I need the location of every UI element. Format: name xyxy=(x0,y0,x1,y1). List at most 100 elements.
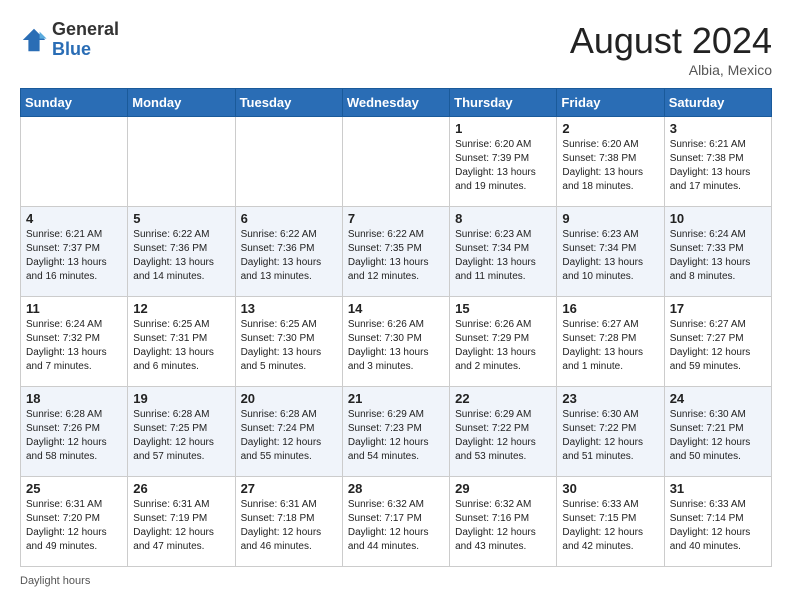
calendar-cell: 31 Sunrise: 6:33 AM Sunset: 7:14 PM Dayli… xyxy=(664,477,771,567)
day-number: 1 xyxy=(455,121,551,136)
calendar-cell: 18Sunrise: 6:28 AM Sunset: 7:26 PM Dayli… xyxy=(21,387,128,477)
month-title: August 2024 xyxy=(570,20,772,62)
calendar-cell: 8 Sunrise: 6:23 AM Sunset: 7:34 PM Daylig… xyxy=(450,207,557,297)
day-info: Sunrise: 6:30 AM Sunset: 7:21 PM Dayligh… xyxy=(670,408,766,464)
day-info: Sunrise: 6:32 AM Sunset: 7:17 PM Dayligh… xyxy=(348,498,444,554)
calendar-cell: 5Sunrise: 6:22 AM Sunset: 7:36 PM Daylig… xyxy=(128,207,235,297)
day-info: Sunrise: 6:27 AM Sunset: 7:28 PM Dayligh… xyxy=(562,318,658,374)
day-number: 22 xyxy=(455,391,551,406)
day-info: Sunrise: 6:32 AM Sunset: 7:16 PM Dayligh… xyxy=(455,498,551,554)
day-info: Sunrise: 6:21 AM Sunset: 7:38 PM Dayligh… xyxy=(670,138,766,194)
day-number: 10 xyxy=(670,211,766,226)
day-info: Sunrise: 6:23 AM Sunset: 7:34 PM Dayligh… xyxy=(455,228,551,284)
daylight-label: Daylight hours xyxy=(20,575,90,587)
day-info: Sunrise: 6:31 AM Sunset: 7:20 PM Dayligh… xyxy=(26,498,122,554)
logo-icon xyxy=(20,26,48,54)
calendar-table: SundayMondayTuesdayWednesdayThursdayFrid… xyxy=(20,88,772,567)
location-subtitle: Albia, Mexico xyxy=(570,62,772,78)
footer: Daylight hours xyxy=(20,575,772,587)
weekday-header-friday: Friday xyxy=(557,89,664,117)
calendar-cell: 29Sunrise: 6:32 AM Sunset: 7:16 PM Dayli… xyxy=(450,477,557,567)
day-info: Sunrise: 6:31 AM Sunset: 7:19 PM Dayligh… xyxy=(133,498,229,554)
day-number: 12 xyxy=(133,301,229,316)
calendar-cell: 4 Sunrise: 6:21 AM Sunset: 7:37 PM Daylig… xyxy=(21,207,128,297)
calendar-week-row: 4 Sunrise: 6:21 AM Sunset: 7:37 PM Daylig… xyxy=(21,207,772,297)
calendar-cell xyxy=(128,117,235,207)
day-number: 17 xyxy=(670,301,766,316)
calendar-cell: 12 Sunrise: 6:25 AM Sunset: 7:31 PM Dayli… xyxy=(128,297,235,387)
calendar-cell: 7Sunrise: 6:22 AM Sunset: 7:35 PM Daylig… xyxy=(342,207,449,297)
day-number: 9 xyxy=(562,211,658,226)
day-number: 27 xyxy=(241,481,337,496)
day-info: Sunrise: 6:27 AM Sunset: 7:27 PM Dayligh… xyxy=(670,318,766,374)
day-info: Sunrise: 6:20 AM Sunset: 7:39 PM Dayligh… xyxy=(455,138,551,194)
logo: General Blue xyxy=(20,20,119,60)
calendar-week-row: 25Sunrise: 6:31 AM Sunset: 7:20 PM Dayli… xyxy=(21,477,772,567)
day-number: 18 xyxy=(26,391,122,406)
day-info: Sunrise: 6:29 AM Sunset: 7:22 PM Dayligh… xyxy=(455,408,551,464)
day-number: 8 xyxy=(455,211,551,226)
calendar-header: SundayMondayTuesdayWednesdayThursdayFrid… xyxy=(21,89,772,117)
calendar-cell: 22 Sunrise: 6:29 AM Sunset: 7:22 PM Dayli… xyxy=(450,387,557,477)
weekday-header-wednesday: Wednesday xyxy=(342,89,449,117)
day-info: Sunrise: 6:24 AM Sunset: 7:33 PM Dayligh… xyxy=(670,228,766,284)
day-number: 6 xyxy=(241,211,337,226)
calendar-cell: 13 Sunrise: 6:25 AM Sunset: 7:30 PM Dayli… xyxy=(235,297,342,387)
calendar-cell: 21 Sunrise: 6:29 AM Sunset: 7:23 PM Dayli… xyxy=(342,387,449,477)
calendar-cell: 19 Sunrise: 6:28 AM Sunset: 7:25 PM Dayli… xyxy=(128,387,235,477)
title-area: August 2024 Albia, Mexico xyxy=(570,20,772,78)
day-info: Sunrise: 6:22 AM Sunset: 7:36 PM Dayligh… xyxy=(241,228,337,284)
weekday-header-saturday: Saturday xyxy=(664,89,771,117)
day-info: Sunrise: 6:20 AM Sunset: 7:38 PM Dayligh… xyxy=(562,138,658,194)
calendar-cell: 6 Sunrise: 6:22 AM Sunset: 7:36 PM Daylig… xyxy=(235,207,342,297)
day-number: 3 xyxy=(670,121,766,136)
calendar-cell: 25Sunrise: 6:31 AM Sunset: 7:20 PM Dayli… xyxy=(21,477,128,567)
calendar-cell: 9Sunrise: 6:23 AM Sunset: 7:34 PM Daylig… xyxy=(557,207,664,297)
day-number: 31 xyxy=(670,481,766,496)
weekday-header-monday: Monday xyxy=(128,89,235,117)
calendar-cell: 24Sunrise: 6:30 AM Sunset: 7:21 PM Dayli… xyxy=(664,387,771,477)
day-info: Sunrise: 6:33 AM Sunset: 7:14 PM Dayligh… xyxy=(670,498,766,554)
calendar-cell xyxy=(235,117,342,207)
logo-general-text: General xyxy=(52,19,119,39)
weekday-header-row: SundayMondayTuesdayWednesdayThursdayFrid… xyxy=(21,89,772,117)
day-number: 26 xyxy=(133,481,229,496)
day-info: Sunrise: 6:22 AM Sunset: 7:36 PM Dayligh… xyxy=(133,228,229,284)
page-header: General Blue August 2024 Albia, Mexico xyxy=(20,20,772,78)
day-info: Sunrise: 6:26 AM Sunset: 7:29 PM Dayligh… xyxy=(455,318,551,374)
weekday-header-thursday: Thursday xyxy=(450,89,557,117)
day-info: Sunrise: 6:24 AM Sunset: 7:32 PM Dayligh… xyxy=(26,318,122,374)
day-number: 21 xyxy=(348,391,444,406)
day-info: Sunrise: 6:25 AM Sunset: 7:30 PM Dayligh… xyxy=(241,318,337,374)
calendar-cell: 26 Sunrise: 6:31 AM Sunset: 7:19 PM Dayli… xyxy=(128,477,235,567)
calendar-cell: 20Sunrise: 6:28 AM Sunset: 7:24 PM Dayli… xyxy=(235,387,342,477)
day-info: Sunrise: 6:29 AM Sunset: 7:23 PM Dayligh… xyxy=(348,408,444,464)
logo-blue-text: Blue xyxy=(52,39,91,59)
day-number: 4 xyxy=(26,211,122,226)
calendar-body: 1 Sunrise: 6:20 AM Sunset: 7:39 PM Daylig… xyxy=(21,117,772,567)
day-info: Sunrise: 6:28 AM Sunset: 7:24 PM Dayligh… xyxy=(241,408,337,464)
calendar-cell: 11Sunrise: 6:24 AM Sunset: 7:32 PM Dayli… xyxy=(21,297,128,387)
calendar-cell: 17 Sunrise: 6:27 AM Sunset: 7:27 PM Dayli… xyxy=(664,297,771,387)
calendar-cell: 16 Sunrise: 6:27 AM Sunset: 7:28 PM Dayli… xyxy=(557,297,664,387)
calendar-cell: 23 Sunrise: 6:30 AM Sunset: 7:22 PM Dayli… xyxy=(557,387,664,477)
calendar-cell: 14Sunrise: 6:26 AM Sunset: 7:30 PM Dayli… xyxy=(342,297,449,387)
calendar-cell: 3 Sunrise: 6:21 AM Sunset: 7:38 PM Daylig… xyxy=(664,117,771,207)
day-info: Sunrise: 6:25 AM Sunset: 7:31 PM Dayligh… xyxy=(133,318,229,374)
calendar-week-row: 18Sunrise: 6:28 AM Sunset: 7:26 PM Dayli… xyxy=(21,387,772,477)
day-info: Sunrise: 6:30 AM Sunset: 7:22 PM Dayligh… xyxy=(562,408,658,464)
day-info: Sunrise: 6:33 AM Sunset: 7:15 PM Dayligh… xyxy=(562,498,658,554)
day-number: 13 xyxy=(241,301,337,316)
day-number: 2 xyxy=(562,121,658,136)
calendar-cell: 1 Sunrise: 6:20 AM Sunset: 7:39 PM Daylig… xyxy=(450,117,557,207)
day-number: 19 xyxy=(133,391,229,406)
calendar-cell: 15Sunrise: 6:26 AM Sunset: 7:29 PM Dayli… xyxy=(450,297,557,387)
day-number: 23 xyxy=(562,391,658,406)
day-info: Sunrise: 6:28 AM Sunset: 7:25 PM Dayligh… xyxy=(133,408,229,464)
calendar-cell: 30 Sunrise: 6:33 AM Sunset: 7:15 PM Dayli… xyxy=(557,477,664,567)
day-info: Sunrise: 6:21 AM Sunset: 7:37 PM Dayligh… xyxy=(26,228,122,284)
day-number: 30 xyxy=(562,481,658,496)
calendar-cell: 27Sunrise: 6:31 AM Sunset: 7:18 PM Dayli… xyxy=(235,477,342,567)
calendar-cell xyxy=(21,117,128,207)
day-number: 16 xyxy=(562,301,658,316)
